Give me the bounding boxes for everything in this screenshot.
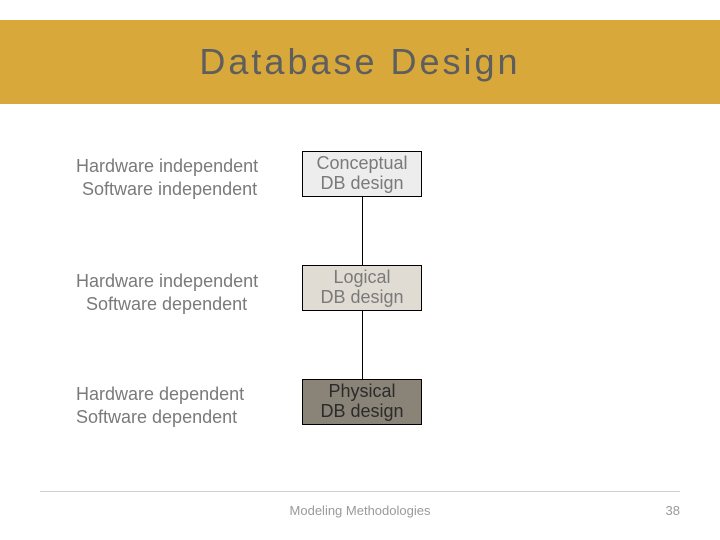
stage-label-1-line1: Hardware independent	[76, 155, 276, 178]
stage-label-3-line1: Hardware dependent	[76, 383, 276, 406]
slide-title: Database Design	[199, 41, 520, 83]
stage-box-2-line1: Logical	[333, 268, 390, 288]
stage-label-2: Hardware independent Software dependent	[76, 270, 276, 315]
page-number: 38	[666, 503, 680, 518]
stage-box-3-line2: DB design	[320, 402, 403, 422]
stage-box-conceptual: Conceptual DB design	[302, 151, 422, 197]
footer-divider	[40, 491, 680, 492]
stage-label-2-line1: Hardware independent	[76, 270, 276, 293]
connector-1-2	[362, 197, 363, 265]
stage-box-physical: Physical DB design	[302, 379, 422, 425]
stage-label-2-line2: Software dependent	[76, 293, 276, 316]
stage-label-3-line2: Software dependent	[76, 406, 276, 429]
stage-box-2-line2: DB design	[320, 288, 403, 308]
stage-label-3: Hardware dependent Software dependent	[76, 383, 276, 428]
stage-label-1: Hardware independent Software independen…	[76, 155, 276, 200]
stage-label-1-line2: Software independent	[76, 178, 276, 201]
stage-box-1-line2: DB design	[320, 174, 403, 194]
stage-box-3-line1: Physical	[328, 382, 395, 402]
diagram-area: Hardware independent Software independen…	[0, 145, 720, 465]
footer-text: Modeling Methodologies	[0, 503, 720, 518]
stage-box-logical: Logical DB design	[302, 265, 422, 311]
stage-box-1-line1: Conceptual	[316, 154, 407, 174]
title-band: Database Design	[0, 20, 720, 104]
connector-2-3	[362, 311, 363, 379]
